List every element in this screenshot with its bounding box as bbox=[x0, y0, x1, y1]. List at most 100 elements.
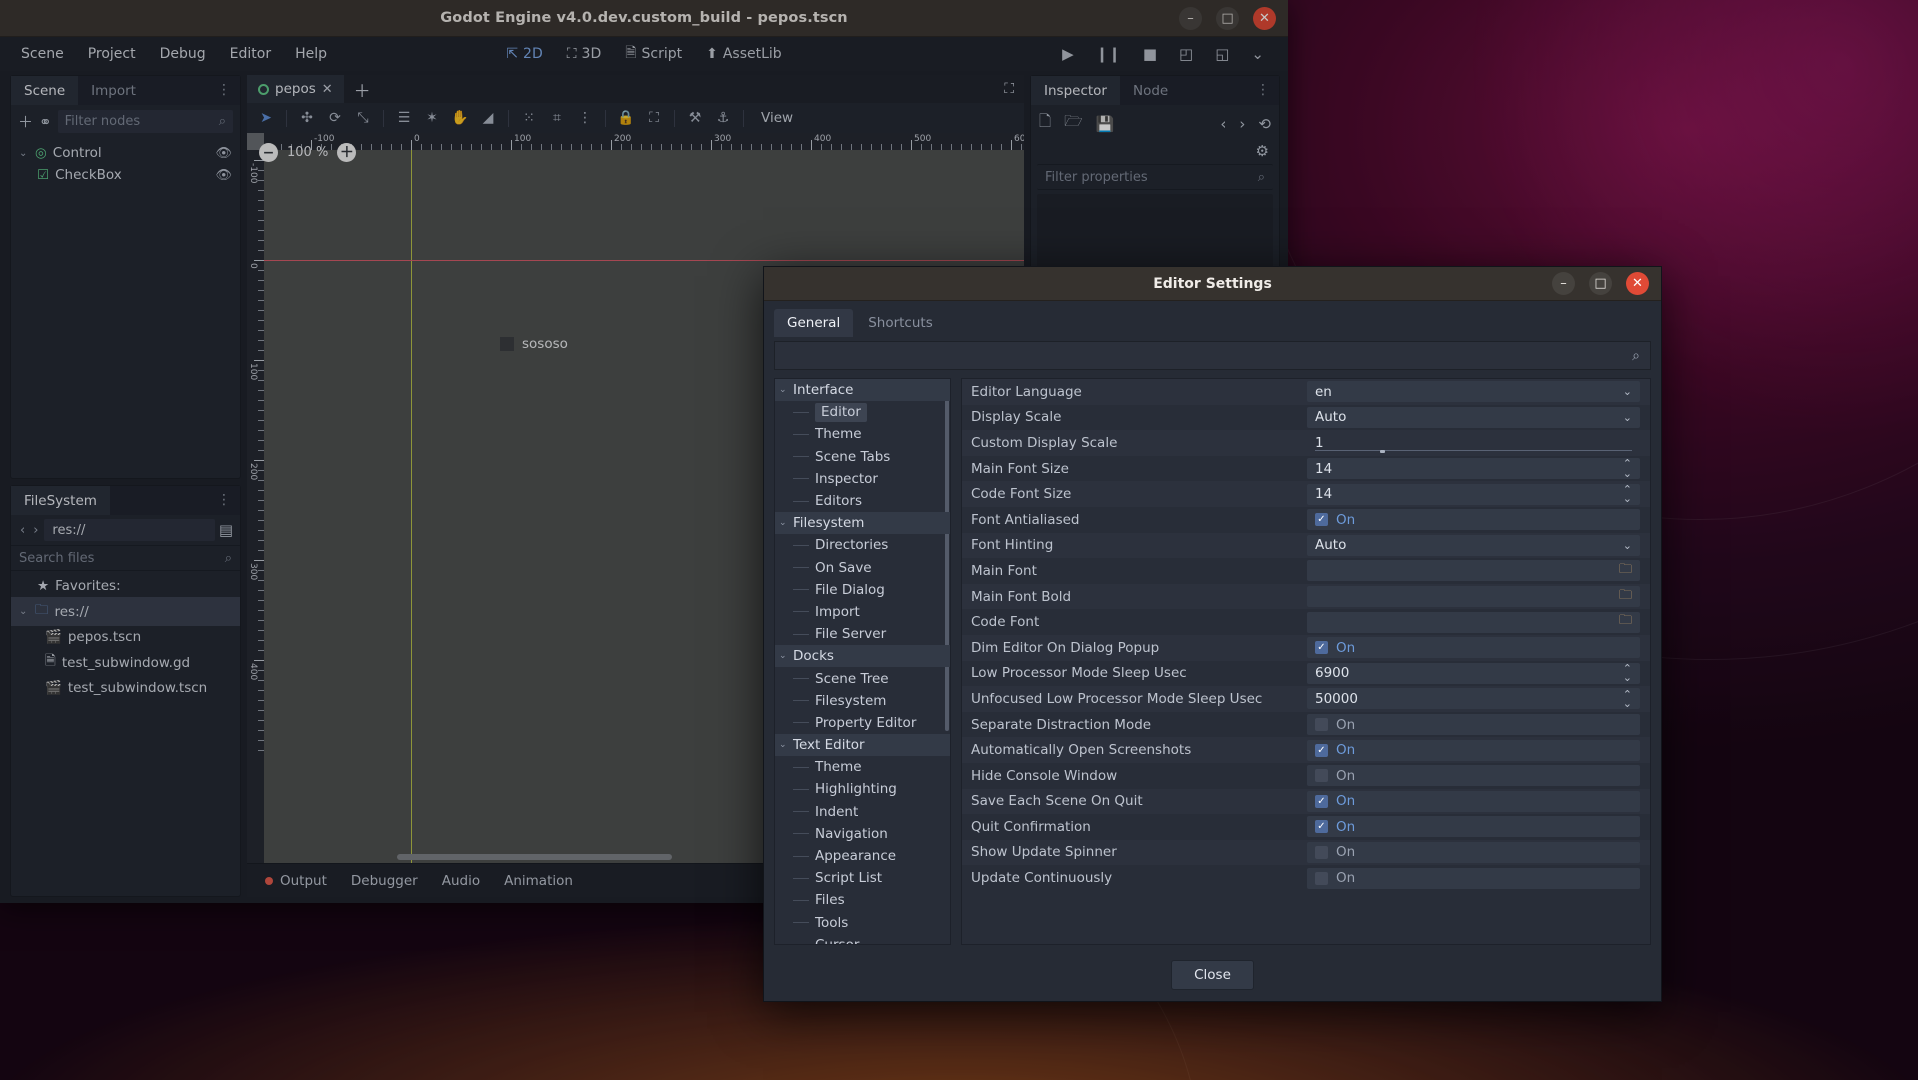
settings-property-checkbox[interactable]: On bbox=[1307, 841, 1640, 863]
settings-property-slider[interactable]: 1 bbox=[1307, 432, 1640, 454]
settings-tree-item[interactable]: Tools bbox=[775, 912, 950, 934]
filesystem-search-input[interactable]: Search files ⌕ bbox=[11, 545, 240, 571]
settings-search-input[interactable]: ⌕ bbox=[774, 341, 1651, 370]
checkbox-icon[interactable] bbox=[1315, 718, 1328, 732]
checkbox-icon[interactable] bbox=[1315, 845, 1328, 859]
settings-tree-item[interactable]: Filesystem bbox=[775, 690, 950, 712]
close-icon[interactable]: ✕ bbox=[322, 82, 333, 97]
settings-property-checkbox[interactable]: On bbox=[1307, 765, 1640, 787]
zoom-level-label[interactable]: 100 % bbox=[287, 145, 328, 160]
settings-tree-item[interactable]: Cursor bbox=[775, 934, 950, 944]
chevron-down-icon[interactable]: ⌄ bbox=[779, 740, 788, 750]
settings-property-spinbox[interactable]: 50000 ⌃ ⌄ bbox=[1307, 688, 1640, 710]
lock-icon[interactable]: 🔒 bbox=[613, 106, 639, 130]
close-button[interactable]: Close bbox=[1171, 960, 1254, 990]
play-scene-button[interactable]: ◰ bbox=[1173, 42, 1199, 66]
settings-tree-item[interactable]: Editor bbox=[775, 401, 950, 423]
menu-help[interactable]: Help bbox=[284, 41, 338, 67]
menu-editor[interactable]: Editor bbox=[219, 41, 282, 67]
settings-tree-item[interactable]: File Dialog bbox=[775, 579, 950, 601]
group-icon[interactable]: ⛶ bbox=[641, 106, 667, 130]
rotate-mode-icon[interactable]: ⟳ bbox=[322, 106, 348, 130]
settings-tree-item[interactable]: ⌄ Text Editor bbox=[775, 734, 950, 757]
settings-maximize-button[interactable]: □ bbox=[1589, 272, 1612, 295]
tab-node[interactable]: Node bbox=[1120, 76, 1181, 105]
settings-category-tree[interactable]: ⌄ Interface Editor Theme Scene Tabs Inspector… bbox=[774, 378, 951, 945]
zoom-out-button[interactable]: − bbox=[259, 143, 278, 162]
view-menu-button[interactable]: View bbox=[751, 110, 803, 126]
list-item-pepos-tscn[interactable]: 🎬 pepos.tscn bbox=[11, 626, 240, 648]
play-button[interactable]: ▶ bbox=[1056, 42, 1080, 66]
scene-tree-node-checkbox[interactable]: ☑ CheckBox 👁 bbox=[11, 164, 240, 186]
settings-property-checkbox[interactable]: ✓ On bbox=[1307, 816, 1640, 838]
settings-tree-item[interactable]: Scene Tabs bbox=[775, 446, 950, 468]
tab-import[interactable]: Import bbox=[78, 76, 149, 105]
settings-property-checkbox[interactable]: On bbox=[1307, 867, 1640, 889]
settings-tree-item[interactable]: Editors bbox=[775, 490, 950, 512]
stop-button[interactable]: ■ bbox=[1137, 42, 1163, 66]
pan-mode-icon[interactable]: ✋ bbox=[447, 106, 473, 130]
checkbox-icon[interactable]: ✓ bbox=[1315, 820, 1328, 834]
checkbox-icon[interactable]: ✓ bbox=[1315, 743, 1328, 757]
settings-property-spinbox[interactable]: 14 ⌃ ⌄ bbox=[1307, 458, 1640, 480]
settings-tree-item[interactable]: Scene Tree bbox=[775, 667, 950, 689]
snap-menu-icon[interactable]: ⋮ bbox=[572, 106, 598, 130]
load-resource-icon[interactable]: 🗁 bbox=[1064, 111, 1083, 136]
scene-tab-pepos[interactable]: pepos ✕ bbox=[247, 75, 344, 103]
minimize-button[interactable]: – bbox=[1179, 6, 1202, 30]
settings-property-dropdown[interactable]: en ⌄ bbox=[1307, 381, 1640, 403]
settings-tree-item[interactable]: Script List bbox=[775, 867, 950, 889]
mode-2d-button[interactable]: ⇱ 2D bbox=[497, 42, 551, 66]
settings-tree-item[interactable]: Appearance bbox=[775, 845, 950, 867]
tab-shortcuts[interactable]: Shortcuts bbox=[855, 309, 946, 337]
spinner-arrows-icon[interactable]: ⌃ ⌄ bbox=[1623, 458, 1632, 478]
checkbox-icon[interactable]: ✓ bbox=[1315, 794, 1328, 808]
chevron-down-icon[interactable]: ⌄ bbox=[1623, 385, 1632, 398]
settings-property-checkbox[interactable]: ✓ On bbox=[1307, 790, 1640, 812]
chevron-down-icon[interactable]: ⌄ bbox=[779, 651, 788, 661]
slider-track[interactable] bbox=[1315, 450, 1632, 452]
mode-3d-button[interactable]: ⛶ 3D bbox=[558, 42, 611, 66]
chevron-down-icon[interactable]: ⌄ bbox=[19, 606, 29, 617]
inspector-dock-menu-icon[interactable]: ⋮ bbox=[1247, 83, 1279, 97]
settings-tree-item[interactable]: On Save bbox=[775, 557, 950, 579]
spinner-arrows-icon[interactable]: ⌃ ⌄ bbox=[1623, 663, 1632, 683]
settings-tree-item[interactable]: Highlighting bbox=[775, 778, 950, 800]
tab-general[interactable]: General bbox=[774, 309, 854, 337]
checkbox-icon[interactable]: ✓ bbox=[1315, 513, 1328, 527]
filesystem-path-value[interactable]: res:// bbox=[44, 519, 215, 541]
add-scene-tab-button[interactable]: ＋ bbox=[344, 77, 381, 102]
settings-tree-item[interactable]: Indent bbox=[775, 801, 950, 823]
pause-button[interactable]: ❙❙ bbox=[1090, 42, 1127, 66]
pivot-mode-icon[interactable]: ✶ bbox=[419, 106, 445, 130]
list-item-test-subwindow-tscn[interactable]: 🎬 test_subwindow.tscn bbox=[11, 677, 240, 699]
settings-tree-item[interactable]: Theme bbox=[775, 756, 950, 778]
settings-property-checkbox[interactable]: ✓ On bbox=[1307, 739, 1640, 761]
menu-project[interactable]: Project bbox=[77, 41, 147, 67]
select-mode-icon[interactable]: ➤ bbox=[253, 106, 279, 130]
list-item-favorites[interactable]: ★ Favorites: bbox=[11, 575, 240, 597]
chevron-down-icon[interactable]: ⌄ bbox=[1623, 411, 1632, 424]
settings-tree-item[interactable]: ⌄ Filesystem bbox=[775, 512, 950, 535]
eye-icon[interactable]: 👁 bbox=[215, 146, 232, 161]
gear-icon[interactable]: ⚙ bbox=[1256, 142, 1269, 160]
settings-property-checkbox[interactable]: ✓ On bbox=[1307, 509, 1640, 531]
settings-tree-item[interactable]: Property Editor bbox=[775, 712, 950, 734]
scale-mode-icon[interactable]: ⤡ bbox=[350, 106, 376, 130]
list-item-res-root[interactable]: ⌄ 🗀 res:// bbox=[11, 597, 240, 626]
settings-tree-item[interactable]: Import bbox=[775, 601, 950, 623]
chevron-down-icon[interactable]: ⌄ bbox=[779, 518, 788, 528]
filesystem-dock-menu-icon[interactable]: ⋮ bbox=[208, 493, 240, 507]
eye-icon[interactable]: 👁 bbox=[215, 168, 232, 183]
scene-tree-node-control[interactable]: ⌄ ◎ Control 👁 bbox=[11, 142, 240, 164]
checkbox-icon[interactable] bbox=[1315, 871, 1328, 885]
settings-tree-item[interactable]: Navigation bbox=[775, 823, 950, 845]
distraction-free-icon[interactable]: ⛶ bbox=[994, 81, 1024, 97]
snap-options-icon[interactable]: ⌗ bbox=[544, 106, 570, 130]
settings-tree-item[interactable]: Files bbox=[775, 889, 950, 911]
mode-script-button[interactable]: 🗎 Script bbox=[616, 38, 691, 70]
checkbox-icon[interactable] bbox=[1315, 769, 1328, 783]
settings-property-spinbox[interactable]: 14 ⌃ ⌄ bbox=[1307, 483, 1640, 505]
bone-icon[interactable]: ⚓ bbox=[710, 106, 736, 130]
more-options-button[interactable]: ⌄ bbox=[1245, 42, 1270, 66]
